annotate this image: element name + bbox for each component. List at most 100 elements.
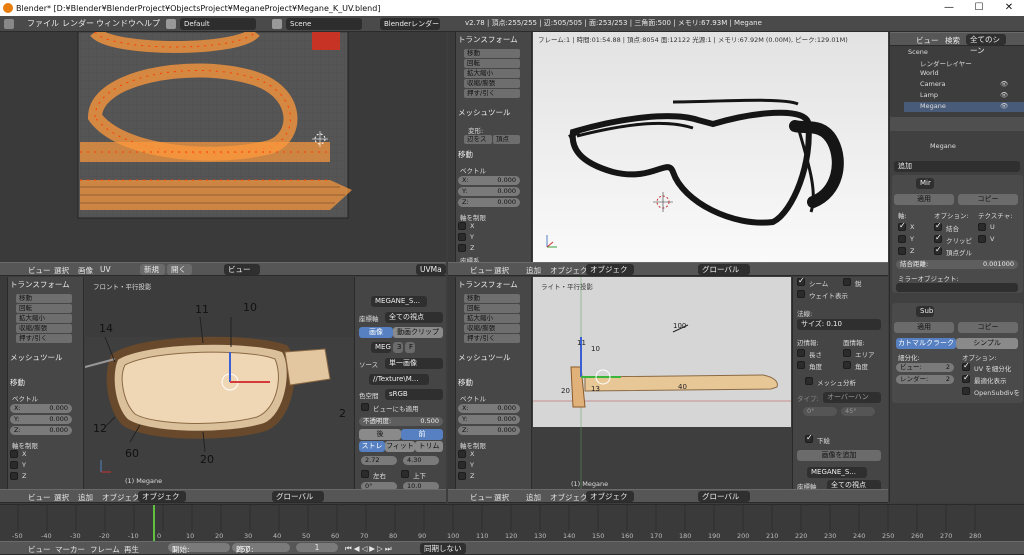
side-view-area[interactable]: ライト・平行投影 100 11 10 20 13 40 (1) Megane (533, 277, 791, 489)
source-select[interactable]: 単一画像 (385, 358, 443, 369)
mirror-name-field[interactable]: Mir (916, 178, 934, 189)
bl-menu-view[interactable]: ビュー (28, 492, 51, 503)
left-move-button[interactable]: 移動 (16, 294, 72, 303)
left-section-move[interactable]: 移動 (10, 377, 25, 388)
br-menu-select[interactable]: 選択 (494, 492, 509, 503)
bl-menu-select[interactable]: 選択 (54, 492, 69, 503)
start-frame-field[interactable]: 開始: 1 (168, 543, 230, 554)
open-image-button[interactable]: 開く (167, 264, 192, 275)
image-path-field[interactable]: //Texture\M... (369, 374, 429, 385)
slide-edge-button[interactable]: 辺をス (464, 135, 492, 144)
rotate-button[interactable]: 回転 (464, 59, 520, 68)
end-frame-field[interactable]: 終了: 250 (232, 543, 290, 554)
scene-icon[interactable] (272, 19, 282, 29)
mesh-analysis-checkbox[interactable] (805, 377, 813, 385)
outliner-tab-search[interactable]: 検索 (945, 35, 960, 46)
offset-x-field[interactable]: 2.72 (361, 456, 397, 465)
v3d-menu-select[interactable]: 選択 (494, 265, 509, 276)
minimize-button[interactable]: — (934, 0, 964, 16)
left-axis-x-checkbox[interactable] (10, 450, 18, 458)
outliner-item-lamp[interactable]: Lamp (920, 91, 938, 99)
mirror-object-field[interactable] (896, 283, 1018, 292)
menu-help[interactable]: ヘルプ (136, 18, 160, 29)
bg-image-checkbox[interactable] (805, 433, 813, 443)
slide-vertex-button[interactable]: 頂点 (493, 135, 520, 144)
right-shrink-button[interactable]: 収縮/膨張 (464, 324, 520, 333)
menu-render[interactable]: レンダー (62, 18, 94, 29)
left-vector-y[interactable]: Y: 0.000 (10, 415, 72, 424)
section-move-title[interactable]: 移動 (458, 149, 473, 160)
subsurf-copy-button[interactable]: コピー (958, 322, 1018, 333)
section-mesh-title[interactable]: メッシュツール (458, 107, 511, 118)
area-checkbox[interactable] (843, 349, 851, 357)
clipping-checkbox[interactable] (934, 233, 942, 243)
layout-selector[interactable]: Default (180, 18, 256, 30)
left-axis-y-checkbox[interactable] (10, 461, 18, 469)
img-menu-select[interactable]: 選択 (54, 265, 69, 276)
menu-window[interactable]: ウィンドウ (96, 18, 136, 29)
right-axis-x-checkbox[interactable] (458, 450, 466, 458)
left-scale-button[interactable]: 拡大縮小 (16, 314, 72, 323)
optimal-display-checkbox[interactable] (962, 373, 970, 383)
subsurf-apply-button[interactable]: 適用 (894, 322, 954, 333)
uv-subdivide-checkbox[interactable] (962, 361, 970, 371)
right-push-button[interactable]: 押す/引く (464, 334, 520, 343)
fit-button[interactable]: フィット (385, 441, 415, 452)
layout-icon[interactable] (166, 19, 176, 29)
right-axis-z-checkbox[interactable] (458, 472, 466, 480)
subsurf-view-field[interactable]: ビュー: 2 (896, 363, 954, 372)
tex-v-checkbox[interactable] (978, 235, 986, 243)
right-rotate-button[interactable]: 回転 (464, 304, 520, 313)
right-scale-button[interactable]: 拡大縮小 (464, 314, 520, 323)
axis-z-checkbox[interactable] (898, 247, 906, 255)
right-vector-x[interactable]: X: 0.000 (458, 404, 520, 413)
left-shrink-button[interactable]: 収縮/膨張 (16, 324, 72, 333)
tl-menu-playback[interactable]: 再生 (124, 544, 139, 555)
colorspace-select[interactable]: sRGB (385, 389, 443, 400)
front-button[interactable]: 前 (401, 429, 443, 440)
bl-menu-add[interactable]: 追加 (78, 492, 93, 503)
sharp-checkbox[interactable] (843, 278, 851, 286)
editor-type-icon[interactable] (4, 19, 14, 29)
bg-image-name[interactable]: MEGANE_S... (807, 467, 867, 478)
seam-checkbox[interactable] (797, 276, 805, 286)
merge-distance-field[interactable]: 結合距離: 0.001000 (896, 260, 1018, 269)
image-users[interactable]: 3 (393, 342, 403, 353)
br-orientation-select[interactable]: グローバル (698, 491, 750, 502)
outliner-item-scene[interactable]: Scene (908, 48, 928, 56)
outliner-scope-select[interactable]: 全てのシーン (966, 34, 1006, 55)
coord-select[interactable]: 全ての視点 (385, 312, 443, 323)
tool-shelf-left-tabs[interactable] (0, 277, 8, 489)
front-view-area[interactable]: フロント・平行投影 10 11 14 12 60 20 2 (1) Megane (85, 277, 353, 489)
opacity-field[interactable]: 不透明度: 0.500 (359, 417, 443, 426)
outliner-item-renderlayer[interactable]: レンダーレイヤー (920, 58, 972, 68)
normal-size-field[interactable]: サイズ: 0.10 (797, 319, 881, 330)
flip-x-checkbox[interactable] (361, 470, 369, 478)
img-menu-uv[interactable]: UV (100, 265, 111, 274)
crop-button[interactable]: トリム (415, 441, 443, 452)
analysis-max-field[interactable]: 45° (841, 407, 875, 416)
render-view-area[interactable]: フレーム:1 | 時間:01:54.88 | 頂点:8054 面:12122 光… (533, 32, 888, 262)
v3d-menu-add[interactable]: 追加 (526, 265, 541, 276)
left-section-transform[interactable]: トランスフォーム (10, 279, 70, 290)
outliner-item-megane[interactable]: Megane (920, 102, 946, 110)
new-image-button[interactable]: 新規 (140, 264, 165, 275)
tl-menu-marker[interactable]: マーカー (55, 544, 85, 555)
outliner-item-camera[interactable]: Camera (920, 80, 946, 88)
mirror-copy-button[interactable]: コピー (958, 194, 1018, 205)
tool-tabs[interactable] (448, 32, 456, 262)
scale-button[interactable]: 拡大縮小 (464, 69, 520, 78)
vector-y-field[interactable]: Y: 0.000 (458, 187, 520, 196)
img-menu-image[interactable]: 画像 (78, 265, 93, 276)
view-mode-select[interactable]: ビュー (224, 264, 260, 275)
right-axis-y-checkbox[interactable] (458, 461, 466, 469)
maximize-button[interactable]: ☐ (964, 0, 994, 16)
left-vector-x[interactable]: X: 0.000 (10, 404, 72, 413)
menu-file[interactable]: ファイル (27, 18, 59, 29)
playback-controls[interactable]: ⏮◀◁▶▷⏭ (345, 544, 394, 554)
left-vector-z[interactable]: Z: 0.000 (10, 426, 72, 435)
axis-y-checkbox[interactable] (898, 235, 906, 243)
uv-canvas[interactable] (0, 27, 446, 262)
back-button[interactable]: 後 (359, 429, 401, 440)
analysis-type-select[interactable]: オーバーハン (823, 392, 881, 403)
